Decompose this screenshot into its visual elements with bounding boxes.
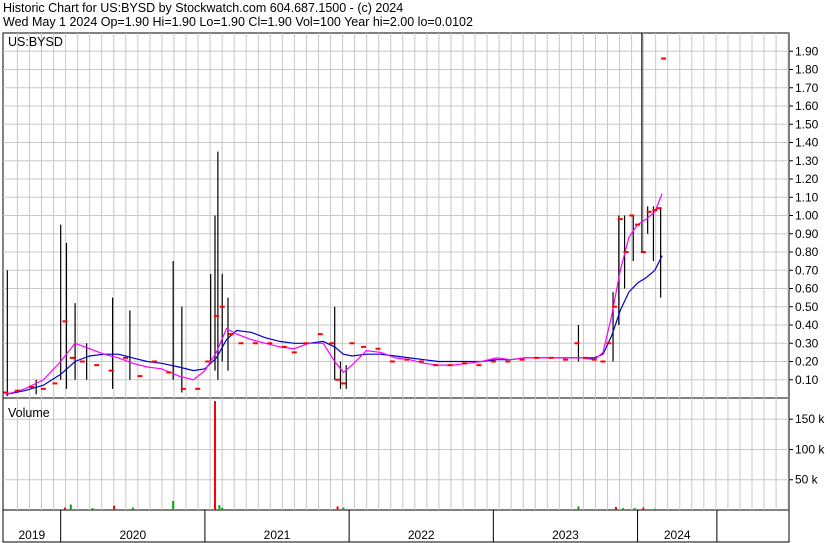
volume-bar xyxy=(131,507,134,510)
volume-bar xyxy=(214,401,217,510)
price-tick-label: 1.50 xyxy=(795,117,819,131)
volume-bar xyxy=(577,506,580,510)
price-tick-label: 1.80 xyxy=(795,63,819,77)
stock-chart: 0.10 0.20 0.30 0.40 0.50 0.60 0.70 0.80 0.90 1.00… xyxy=(2,32,825,543)
price-tick-label: 0.40 xyxy=(795,318,819,332)
year-label: 2022 xyxy=(408,528,435,542)
volume-bar xyxy=(64,507,67,510)
price-tick-label: 0.20 xyxy=(795,355,819,369)
volume-bar xyxy=(113,505,116,510)
volume-bar xyxy=(172,500,175,510)
price-tick-label: 1.60 xyxy=(795,99,819,113)
volume-label: Volume xyxy=(8,406,50,420)
price-tick-label: 0.80 xyxy=(795,245,819,259)
volume-bar xyxy=(642,507,645,510)
price-tick-label: 1.10 xyxy=(795,190,819,204)
price-tick-label: 0.90 xyxy=(795,227,819,241)
volume-bar xyxy=(221,507,224,510)
volume-bar xyxy=(218,505,221,510)
volume-tick-label: 50 k xyxy=(795,473,819,487)
volume-bar xyxy=(653,508,656,510)
volume-bar xyxy=(342,507,345,510)
price-tick-label: 0.50 xyxy=(795,300,819,314)
volume-bar xyxy=(69,504,72,510)
year-label: 2019 xyxy=(18,528,45,542)
price-tick-label: 0.30 xyxy=(795,336,819,350)
price-tick-label: 1.00 xyxy=(795,209,819,223)
year-label: 2023 xyxy=(552,528,579,542)
volume-tick-label: 100 k xyxy=(795,442,825,456)
year-label: 2021 xyxy=(264,528,291,542)
price-tick-label: 1.20 xyxy=(795,172,819,186)
volume-bar xyxy=(614,506,617,510)
price-tick-label: 1.70 xyxy=(795,81,819,95)
price-tick-label: 0.70 xyxy=(795,263,819,277)
volume-bar xyxy=(336,506,339,510)
year-label: 2024 xyxy=(664,528,691,542)
year-label: 2020 xyxy=(119,528,146,542)
volume-panel xyxy=(2,397,790,511)
volume-bar xyxy=(633,508,636,510)
price-tick-label: 1.30 xyxy=(795,154,819,168)
price-tick-label: 0.60 xyxy=(795,282,819,296)
price-axis: 0.10 0.20 0.30 0.40 0.50 0.60 0.70 0.80 0.90 1.00… xyxy=(789,44,819,387)
volume-axis: 50 k 100 k 150 k xyxy=(789,412,825,487)
price-tick-label: 0.10 xyxy=(795,373,819,387)
price-tick-label: 1.40 xyxy=(795,136,819,150)
volume-bar xyxy=(622,508,625,510)
symbol-label: US:BYSD xyxy=(8,35,63,49)
volume-tick-label: 150 k xyxy=(795,412,825,426)
price-tick-label: 1.90 xyxy=(795,44,819,58)
volume-bar xyxy=(91,508,94,510)
